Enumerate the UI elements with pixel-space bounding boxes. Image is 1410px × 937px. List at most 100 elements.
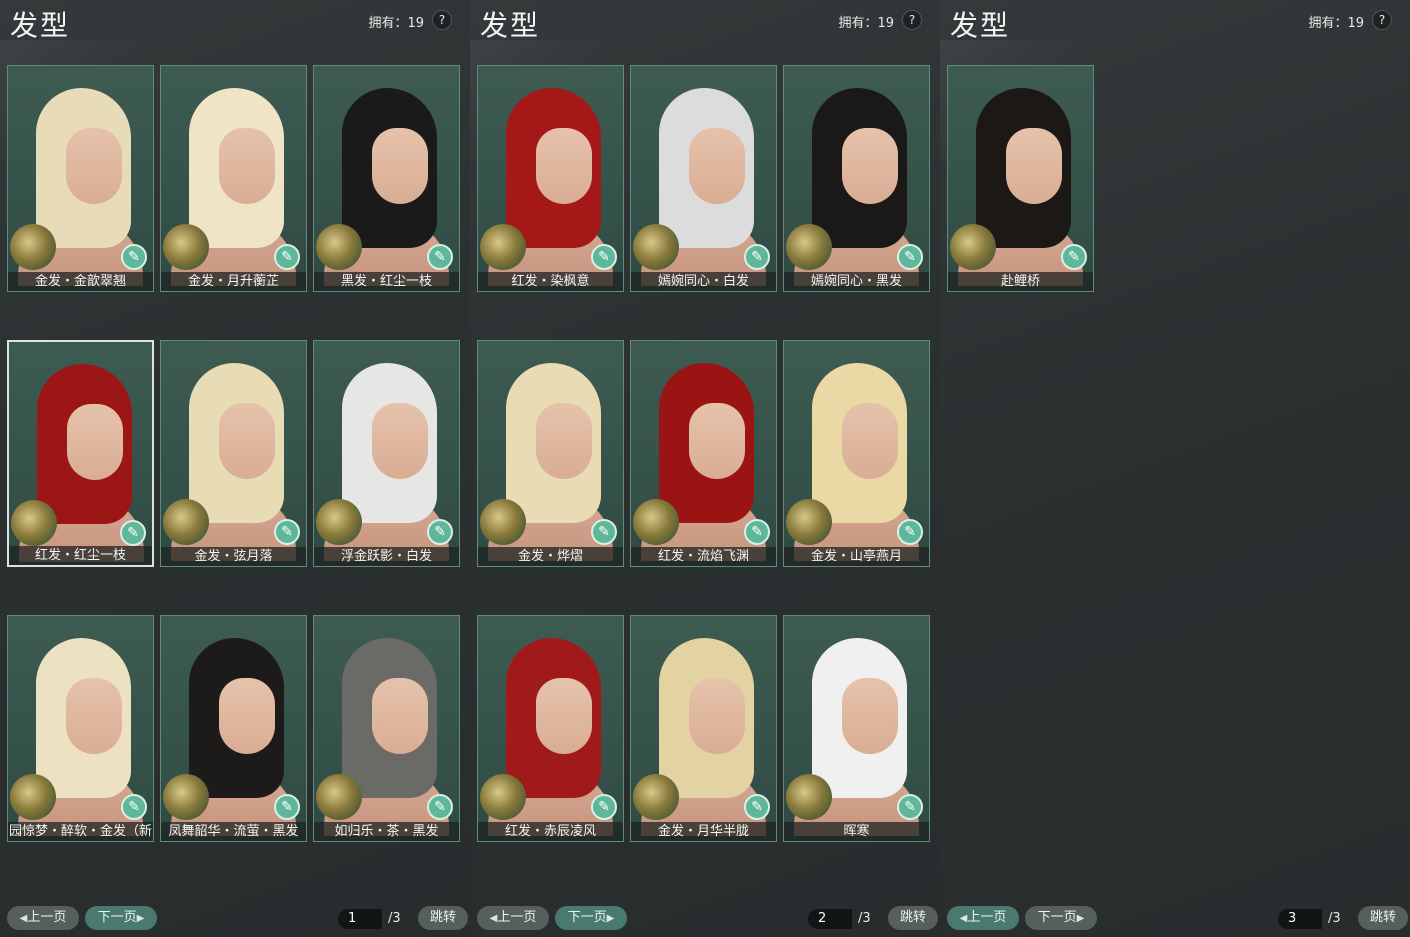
help-icon[interactable]: ? bbox=[902, 10, 922, 30]
hairstyle-label: 金发・烨熠 bbox=[478, 547, 623, 566]
hairstyle-label: 金发・弦月落 bbox=[161, 547, 306, 566]
character-portrait bbox=[161, 341, 306, 561]
portrait-face bbox=[219, 678, 275, 754]
character-portrait bbox=[631, 616, 776, 836]
portrait-face bbox=[842, 128, 898, 204]
hairstyle-label: 园惊梦・醉软・金发（新 bbox=[8, 822, 153, 841]
page-total: /3 bbox=[858, 911, 871, 926]
arrow-left-icon: ◀ bbox=[19, 913, 28, 924]
flower-decoration bbox=[316, 774, 362, 820]
paintbrush-icon[interactable]: ✎ bbox=[591, 794, 617, 820]
character-portrait bbox=[8, 66, 153, 286]
hairstyle-label: 嫣婉同心・白发 bbox=[631, 272, 776, 291]
next-page-button[interactable]: 下一页▶ bbox=[555, 906, 627, 930]
paintbrush-icon[interactable]: ✎ bbox=[274, 794, 300, 820]
hairstyle-label: 金发・月华半胧 bbox=[631, 822, 776, 841]
hairstyle-card[interactable]: ✎ 赴鲤桥 bbox=[947, 65, 1094, 292]
hairstyle-label: 如归乐・茶・黑发 bbox=[314, 822, 459, 841]
paintbrush-icon[interactable]: ✎ bbox=[897, 794, 923, 820]
portrait-face bbox=[536, 403, 592, 479]
paintbrush-icon[interactable]: ✎ bbox=[121, 244, 147, 270]
hairstyle-card[interactable]: ✎ 浮金跃影・白发 bbox=[313, 340, 460, 567]
hairstyle-card[interactable]: ✎ 金发・月升蘅芷 bbox=[160, 65, 307, 292]
flower-decoration bbox=[480, 499, 526, 545]
portrait-face bbox=[842, 678, 898, 754]
paintbrush-icon[interactable]: ✎ bbox=[427, 519, 453, 545]
character-portrait bbox=[8, 616, 153, 836]
hairstyle-card[interactable]: ✎ 红发・赤辰凌风 bbox=[477, 615, 624, 842]
hairstyle-card[interactable]: ✎ 金发・弦月落 bbox=[160, 340, 307, 567]
paintbrush-icon[interactable]: ✎ bbox=[1061, 244, 1087, 270]
paintbrush-icon[interactable]: ✎ bbox=[897, 519, 923, 545]
paintbrush-icon[interactable]: ✎ bbox=[591, 244, 617, 270]
hairstyle-card[interactable]: ✎ 晖寒 bbox=[783, 615, 930, 842]
hairstyle-card[interactable]: ✎ 凤舞韶华・流萤・黑发 bbox=[160, 615, 307, 842]
character-portrait bbox=[314, 616, 459, 836]
character-portrait bbox=[161, 66, 306, 286]
hairstyle-card[interactable]: ✎ 金发・月华半胧 bbox=[630, 615, 777, 842]
flower-decoration bbox=[163, 224, 209, 270]
hairstyle-card[interactable]: ✎ 嫣婉同心・黑发 bbox=[783, 65, 930, 292]
flower-decoration bbox=[10, 774, 56, 820]
portrait-face bbox=[1006, 128, 1062, 204]
portrait-face bbox=[372, 128, 428, 204]
paintbrush-icon[interactable]: ✎ bbox=[427, 244, 453, 270]
hairstyle-card[interactable]: ✎ 园惊梦・醉软・金发（新 bbox=[7, 615, 154, 842]
character-portrait bbox=[631, 341, 776, 561]
owned-count: 拥有：19 bbox=[368, 16, 424, 31]
paintbrush-icon[interactable]: ✎ bbox=[274, 244, 300, 270]
next-page-button[interactable]: 下一页▶ bbox=[85, 906, 157, 930]
character-portrait bbox=[314, 341, 459, 561]
hairstyle-card[interactable]: ✎ 红发・染枫意 bbox=[477, 65, 624, 292]
page-number-input[interactable]: 1 bbox=[338, 909, 382, 929]
page-number-input[interactable]: 2 bbox=[808, 909, 852, 929]
portrait-face bbox=[372, 678, 428, 754]
hairstyle-card[interactable]: ✎ 嫣婉同心・白发 bbox=[630, 65, 777, 292]
paintbrush-icon[interactable]: ✎ bbox=[274, 519, 300, 545]
hairstyle-card[interactable]: ✎ 金发・烨熠 bbox=[477, 340, 624, 567]
paintbrush-icon[interactable]: ✎ bbox=[744, 519, 770, 545]
hairstyle-card[interactable]: ✎ 黑发・红尘一枝 bbox=[313, 65, 460, 292]
arrow-left-icon: ◀ bbox=[489, 913, 498, 924]
hairstyle-label: 凤舞韶华・流萤・黑发 bbox=[161, 822, 306, 841]
jump-button[interactable]: 跳转 bbox=[1358, 906, 1408, 930]
character-portrait bbox=[161, 616, 306, 836]
jump-button[interactable]: 跳转 bbox=[418, 906, 468, 930]
prev-page-button[interactable]: ◀上一页 bbox=[477, 906, 549, 930]
paintbrush-icon[interactable]: ✎ bbox=[744, 794, 770, 820]
prev-page-button[interactable]: ◀上一页 bbox=[7, 906, 79, 930]
hairstyle-label: 浮金跃影・白发 bbox=[314, 547, 459, 566]
help-icon[interactable]: ? bbox=[1372, 10, 1392, 30]
portrait-face bbox=[536, 678, 592, 754]
character-portrait bbox=[631, 66, 776, 286]
paintbrush-icon[interactable]: ✎ bbox=[427, 794, 453, 820]
character-portrait bbox=[478, 616, 623, 836]
hairstyle-card[interactable]: ✎ 金发・金歆翠翘 bbox=[7, 65, 154, 292]
flower-decoration bbox=[786, 224, 832, 270]
hairstyle-label: 晖寒 bbox=[784, 822, 929, 841]
hairstyle-card[interactable]: ✎ 金发・山亭燕月 bbox=[783, 340, 930, 567]
portrait-face bbox=[372, 403, 428, 479]
hairstyle-card[interactable]: ✎ 红发・红尘一枝 bbox=[7, 340, 154, 567]
hairstyle-card[interactable]: ✎ 如归乐・茶・黑发 bbox=[313, 615, 460, 842]
paintbrush-icon[interactable]: ✎ bbox=[121, 794, 147, 820]
character-portrait bbox=[478, 341, 623, 561]
character-portrait bbox=[784, 66, 929, 286]
next-page-button[interactable]: 下一页▶ bbox=[1025, 906, 1097, 930]
jump-button[interactable]: 跳转 bbox=[888, 906, 938, 930]
paintbrush-icon[interactable]: ✎ bbox=[744, 244, 770, 270]
prev-page-button[interactable]: ◀上一页 bbox=[947, 906, 1019, 930]
page-number-input[interactable]: 3 bbox=[1278, 909, 1322, 929]
owned-count: 拥有：19 bbox=[1308, 16, 1364, 31]
flower-decoration bbox=[163, 774, 209, 820]
character-portrait bbox=[784, 341, 929, 561]
paintbrush-icon[interactable]: ✎ bbox=[897, 244, 923, 270]
character-portrait bbox=[9, 342, 152, 562]
paintbrush-icon[interactable]: ✎ bbox=[120, 520, 146, 546]
paintbrush-icon[interactable]: ✎ bbox=[591, 519, 617, 545]
help-icon[interactable]: ? bbox=[432, 10, 452, 30]
hairstyle-card[interactable]: ✎ 红发・流焰飞渊 bbox=[630, 340, 777, 567]
next-page-label: 下一页 bbox=[1037, 910, 1077, 925]
flower-decoration bbox=[786, 499, 832, 545]
portrait-face bbox=[689, 678, 745, 754]
